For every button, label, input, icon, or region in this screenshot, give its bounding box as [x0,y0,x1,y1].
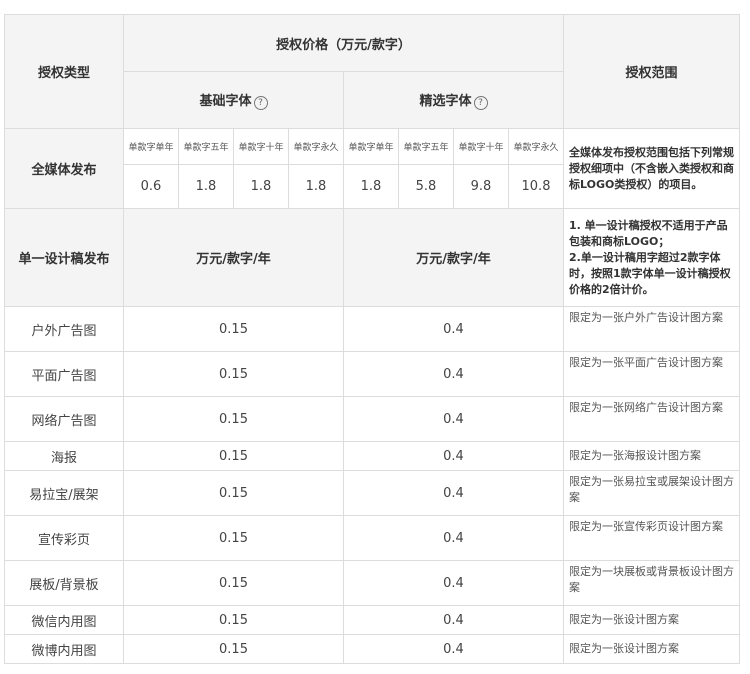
row-name: 网络广告图 [4,396,124,442]
term-label: 单款字五年 [398,128,454,165]
table-row: 展板/背景板 0.15 0.4 限定为一块展板或背景板设计图方案 [4,560,740,606]
row-name: 平面广告图 [4,351,124,397]
row-scope: 限定为一张宣传彩页设计图方案 [563,515,740,561]
row-name: 易拉宝/展架 [4,470,124,516]
row-scope: 限定为一张户外广告设计图方案 [563,306,740,352]
premium-font-header: 精选字体? [343,71,564,129]
term-label: 单款字五年 [178,128,234,165]
term-label: 单款字永久 [288,128,344,165]
row-basic-price: 0.15 [123,470,344,516]
header-row-1: 授权类型 授权价格（万元/款字） 授权范围 [4,14,740,129]
premium-font-label: 精选字体 [419,94,472,109]
term-label: 单款字永久 [508,128,564,165]
table-row: 户外广告图 0.15 0.4 限定为一张户外广告设计图方案 [4,306,740,352]
premium-price-cell: 5.8 [398,164,454,209]
basic-price-cell: 0.6 [123,164,179,209]
single-design-row: 单一设计稿发布 万元/款字/年 万元/款字/年 1. 单一设计稿授权不适用于产品… [4,208,740,307]
basic-unit-cell: 万元/款字/年 [123,208,344,307]
table-row: 微博内用图 0.15 0.4 限定为一张设计图方案 [4,634,740,664]
row-premium-price: 0.4 [343,605,564,635]
auth-type-header: 授权类型 [4,14,124,129]
single-design-scope-line: 1. 单一设计稿授权不适用于产品包装和商标LOGO； [569,218,728,248]
premium-price-cell: 9.8 [453,164,509,209]
row-basic-price: 0.15 [123,441,344,471]
basic-font-label: 基础字体 [199,94,252,109]
table-row: 易拉宝/展架 0.15 0.4 限定为一张易拉宝或展架设计图方案 [4,470,740,516]
premium-unit-cell: 万元/款字/年 [343,208,564,307]
row-basic-price: 0.15 [123,634,344,664]
row-name: 户外广告图 [4,306,124,352]
single-design-scope: 1. 单一设计稿授权不适用于产品包装和商标LOGO； 2.单一设计稿用字超过2款字… [563,208,740,307]
row-name: 微博内用图 [4,634,124,664]
row-premium-price: 0.4 [343,396,564,442]
table-row: 海报 0.15 0.4 限定为一张海报设计图方案 [4,441,740,471]
premium-price-cell: 1.8 [343,164,399,209]
basic-price-cell: 1.8 [233,164,289,209]
row-scope: 限定为一张设计图方案 [563,605,740,635]
row-basic-price: 0.15 [123,560,344,606]
row-name: 展板/背景板 [4,560,124,606]
single-design-scope-line: 2.单一设计稿用字超过2款字体时，按照1款字体单一设计稿授权价格的2倍计价。 [569,250,731,296]
row-premium-price: 0.4 [343,634,564,664]
basic-price-cell: 1.8 [178,164,234,209]
term-label: 单款字单年 [343,128,399,165]
table-row: 网络广告图 0.15 0.4 限定为一张网络广告设计图方案 [4,396,740,442]
row-premium-price: 0.4 [343,560,564,606]
all-media-label: 全媒体发布 [4,128,124,209]
license-price-table-wrapper: 授权类型 授权价格（万元/款字） 授权范围 基础字体? 精选字体? 全媒体发布 … [4,14,740,664]
premium-price-cell: 10.8 [508,164,564,209]
row-premium-price: 0.4 [343,441,564,471]
single-design-label: 单一设计稿发布 [4,208,124,307]
row-basic-price: 0.15 [123,306,344,352]
row-name: 微信内用图 [4,605,124,635]
basic-price-cell: 1.8 [288,164,344,209]
row-scope: 限定为一块展板或背景板设计图方案 [563,560,740,606]
row-basic-price: 0.15 [123,515,344,561]
row-premium-price: 0.4 [343,515,564,561]
term-label: 单款字十年 [233,128,289,165]
row-premium-price: 0.4 [343,351,564,397]
row-scope: 限定为一张易拉宝或展架设计图方案 [563,470,740,516]
table-row: 微信内用图 0.15 0.4 限定为一张设计图方案 [4,605,740,635]
row-name: 海报 [4,441,124,471]
term-label: 单款字十年 [453,128,509,165]
row-scope: 限定为一张网络广告设计图方案 [563,396,740,442]
help-icon[interactable]: ? [473,96,488,110]
row-basic-price: 0.15 [123,351,344,397]
term-label: 单款字单年 [123,128,179,165]
basic-font-header: 基础字体? [123,71,344,129]
row-scope: 限定为一张平面广告设计图方案 [563,351,740,397]
row-basic-price: 0.15 [123,396,344,442]
row-basic-price: 0.15 [123,605,344,635]
row-premium-price: 0.4 [343,470,564,516]
scope-header: 授权范围 [563,14,740,129]
row-scope: 限定为一张海报设计图方案 [563,441,740,471]
term-label-row: 全媒体发布 单款字单年 单款字五年 单款字十年 单款字永久 单款字单年 单款字五… [4,128,740,209]
all-media-scope: 全媒体发布授权范围包括下列常规授权细项中（不含嵌入类授权和商标LOGO类授权）的… [563,128,740,209]
help-icon[interactable]: ? [253,96,268,110]
row-premium-price: 0.4 [343,306,564,352]
table-row: 平面广告图 0.15 0.4 限定为一张平面广告设计图方案 [4,351,740,397]
row-scope: 限定为一张设计图方案 [563,634,740,664]
license-price-table: 授权类型 授权价格（万元/款字） 授权范围 基础字体? 精选字体? 全媒体发布 … [4,14,740,664]
price-header: 授权价格（万元/款字） [123,14,564,72]
row-name: 宣传彩页 [4,515,124,561]
table-row: 宣传彩页 0.15 0.4 限定为一张宣传彩页设计图方案 [4,515,740,561]
